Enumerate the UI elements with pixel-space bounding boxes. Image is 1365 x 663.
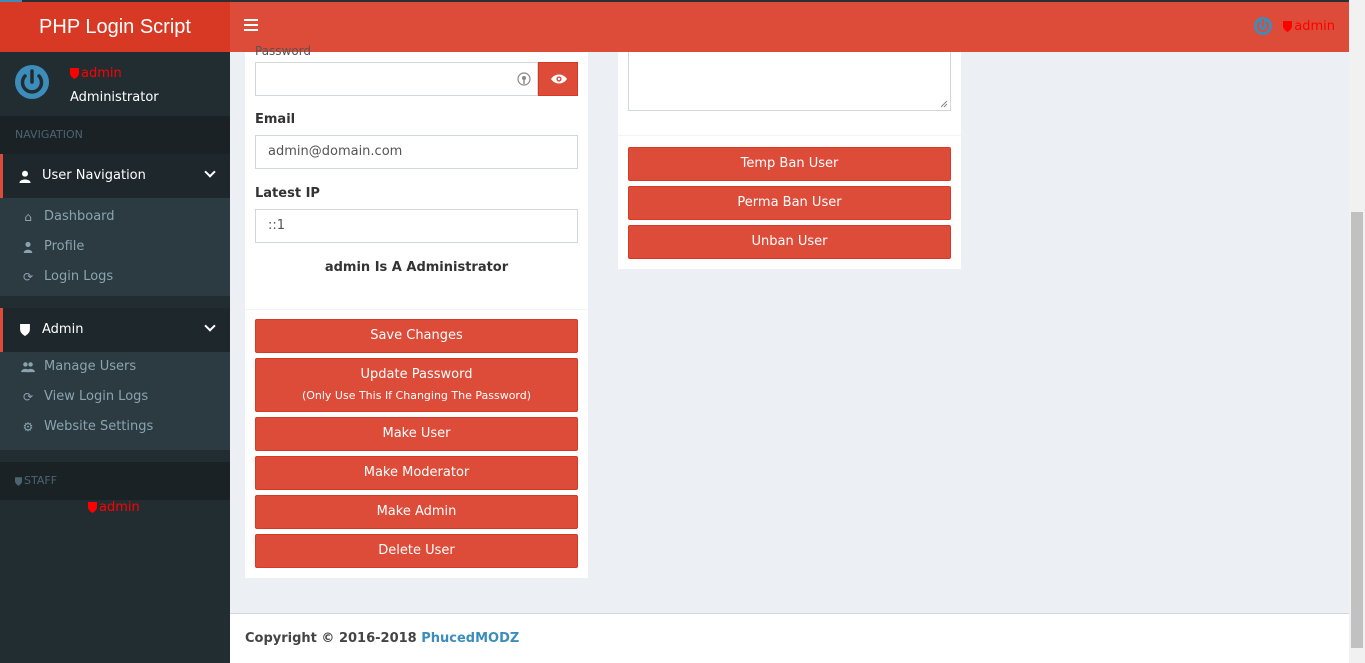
eye-icon: [551, 74, 567, 84]
sidebar-item-label: Profile: [44, 239, 85, 254]
sidebar-item-label: View Login Logs: [44, 389, 149, 404]
sidebar-item-login-logs[interactable]: ⟳ Login Logs: [0, 262, 230, 292]
box-divider: [245, 309, 588, 310]
email-label: Email: [255, 112, 296, 127]
sidebar-user-role: Administrator: [70, 90, 159, 105]
latest-ip-field[interactable]: ::1: [255, 209, 578, 243]
power-icon: [1254, 17, 1273, 35]
gear-icon: ⚙: [22, 420, 34, 434]
refresh-icon: ⟳: [22, 270, 34, 284]
sidebar-item-label: User Navigation: [42, 168, 146, 183]
password-manager-icon: [517, 72, 531, 86]
role-statement: admin Is A Administrator: [324, 260, 509, 275]
scrollbar-thumb[interactable]: [1351, 212, 1363, 648]
sidebar-header-staff: STAFF: [0, 462, 230, 500]
ban-reason-textarea[interactable]: [628, 52, 951, 111]
delete-user-button[interactable]: Delete User: [255, 534, 578, 568]
make-admin-button[interactable]: Make Admin: [255, 495, 578, 529]
refresh-icon: ⟳: [22, 390, 34, 404]
sidebar-username: admin: [70, 66, 122, 81]
home-icon: ⌂: [24, 210, 32, 224]
navbar-user-menu[interactable]: admin: [1253, 16, 1335, 36]
staff-member-name: admin: [99, 500, 140, 515]
latest-ip-label: Latest IP: [255, 186, 320, 201]
sidebar-header-navigation: NAVIGATION: [0, 116, 230, 154]
user-icon: [19, 170, 31, 183]
sidebar: admin Administrator NAVIGATION User Navi…: [0, 52, 230, 663]
make-user-button[interactable]: Make User: [255, 417, 578, 451]
sidebar-item-view-login-logs[interactable]: ⟳ View Login Logs: [0, 382, 230, 412]
sidebar-item-label: Login Logs: [44, 269, 114, 284]
user-icon: [23, 241, 33, 253]
ban-user-box: Temp Ban User Perma Ban User Unban User: [618, 52, 961, 269]
sidebar-item-profile[interactable]: Profile: [0, 232, 230, 262]
update-password-label: Update Password: [360, 367, 473, 382]
temp-ban-user-button[interactable]: Temp Ban User: [628, 147, 951, 181]
shield-icon: [20, 324, 30, 336]
page-scrollbar[interactable]: [1349, 0, 1365, 663]
sidebar-item-label: Website Settings: [44, 419, 154, 434]
navbar-username-text: admin: [1294, 18, 1335, 34]
page-footer: Copyright © 2016-2018 PhucedMODZ: [230, 613, 1349, 663]
copyright-text: Copyright © 2016-2018: [245, 631, 417, 646]
box-divider: [618, 135, 961, 136]
sidebar-item-user-navigation[interactable]: User Navigation: [0, 154, 230, 198]
chevron-down-icon: [204, 166, 216, 178]
resize-grip-icon[interactable]: [940, 100, 948, 108]
sidebar-toggle-icon[interactable]: [244, 19, 258, 33]
shield-icon: [1283, 20, 1293, 32]
show-password-button[interactable]: [538, 62, 578, 96]
sidebar-username-text: admin: [81, 66, 122, 81]
shield-icon: [70, 68, 79, 79]
sidebar-item-admin[interactable]: Admin: [0, 308, 230, 352]
password-label: Password: [255, 44, 312, 58]
user-navigation-menu: ⌂ Dashboard Profile ⟳ Login Logs: [0, 198, 230, 296]
sidebar-item-dashboard[interactable]: ⌂ Dashboard: [0, 202, 230, 232]
sidebar-item-label: Admin: [42, 322, 84, 337]
top-navbar: admin: [230, 2, 1349, 52]
shield-icon: [15, 476, 22, 486]
staff-header-label: STAFF: [24, 474, 58, 487]
sidebar-item-manage-users[interactable]: Manage Users: [0, 352, 230, 382]
make-moderator-button[interactable]: Make Moderator: [255, 456, 578, 490]
unban-user-button[interactable]: Unban User: [628, 225, 951, 259]
edit-user-box: Password Email admin@domain.com Latest I…: [245, 44, 588, 578]
staff-member[interactable]: admin: [88, 500, 140, 515]
email-field[interactable]: admin@domain.com: [255, 135, 578, 169]
shield-icon: [88, 502, 97, 513]
navbar-username: admin: [1283, 19, 1335, 34]
app-logo[interactable]: PHP Login Script: [0, 2, 230, 52]
power-icon: [15, 65, 49, 99]
user-panel: admin Administrator: [0, 52, 230, 116]
footer-brand-link[interactable]: PhucedMODZ: [421, 631, 519, 646]
users-icon: [21, 362, 35, 373]
update-password-button[interactable]: Update Password (Only Use This If Changi…: [255, 358, 578, 412]
update-password-note: (Only Use This If Changing The Password): [301, 389, 532, 402]
sidebar-item-label: Manage Users: [44, 359, 137, 374]
password-field[interactable]: [255, 62, 538, 96]
sidebar-item-website-settings[interactable]: ⚙ Website Settings: [0, 412, 230, 442]
sidebar-item-label: Dashboard: [44, 209, 115, 224]
save-changes-button[interactable]: Save Changes: [255, 319, 578, 353]
chevron-down-icon: [204, 320, 216, 332]
admin-menu: Manage Users ⟳ View Login Logs ⚙ Website…: [0, 352, 230, 450]
perma-ban-user-button[interactable]: Perma Ban User: [628, 186, 951, 220]
